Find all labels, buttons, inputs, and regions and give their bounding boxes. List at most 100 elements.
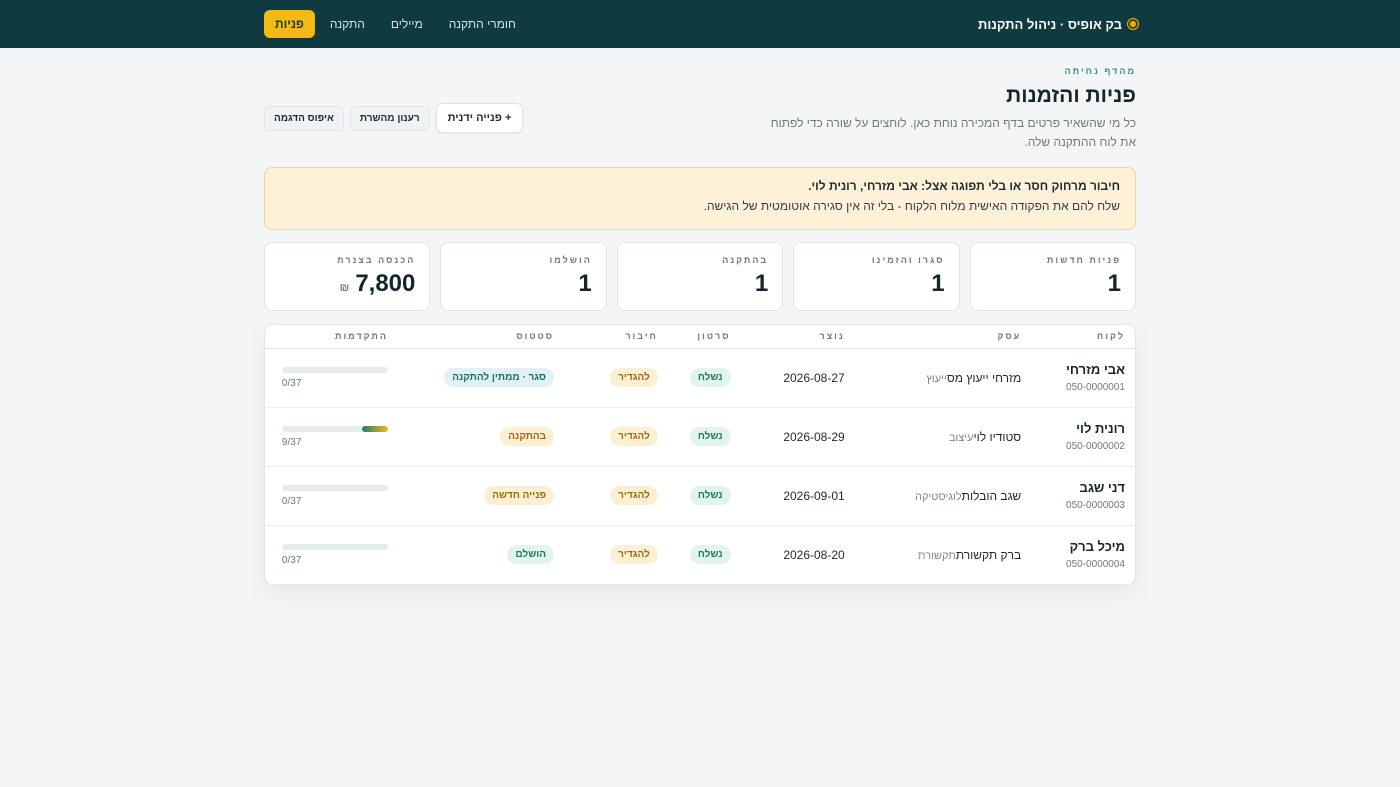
connection-status-badge: להגדיר [610,368,658,387]
client-cell: דני שגב 050-0000003 [1031,466,1135,526]
reset-demo-button[interactable]: איפוס הדגמה [264,105,344,131]
created-date: 2026-08-29 [740,407,855,467]
client-phone: 050-0000003 [1066,500,1125,511]
business-name: סטודיו לוי [973,429,1022,444]
created-date: 2026-08-20 [783,547,845,562]
status-cell: בהתקנה [397,407,565,467]
video-status-badge: נשלח [689,427,731,446]
video-cell: נשלח [667,348,741,408]
connection-status-badge: להגדיר [610,545,658,565]
refresh-from-server-button[interactable]: רענון מהשרת [349,105,430,131]
progress-text: 0/37 [281,377,302,389]
nav-item-install-materials[interactable]: חומרי התקנה [438,9,527,39]
stat-card-pipeline-revenue: הכנסה בצנרת 7,800 ₪ [263,242,431,311]
stat-label: הכנסה בצנרת [337,255,416,265]
table-row[interactable]: דני שגב 050-0000003 שגב הובלותלוגיסטיקה … [265,466,1135,526]
col-progress[interactable]: התקדמות [265,325,398,349]
stat-label: סגרו והזמינו [871,255,945,265]
add-manual-inquiry-button[interactable]: + פנייה ידנית [435,103,524,133]
table-row[interactable]: אבי מזרחי 050-0000001 מזרחי ייעוץ מסייעו… [265,348,1135,408]
status-badge: פנייה חדשה [484,486,555,505]
page-heading: מהדף נחיתה פניות והזמנות כל מי שהשאיר פר… [756,66,1136,152]
business-type: תקשורת [917,549,956,562]
progress-bar [281,425,388,432]
client-phone: 050-0000002 [1066,441,1125,452]
business-cell: מזרחי ייעוץ מסייעוץ [854,348,1032,408]
table-row[interactable]: מיכל ברק 050-0000004 ברק תקשורתתקשורת 20… [265,525,1135,584]
video-cell: נשלח [668,525,741,584]
client-name: רונית לוי [1076,421,1125,436]
stat-value: 1 [578,270,592,297]
progress-cell: 0/37 [265,348,398,408]
client-name: אבי מזרחי [1065,362,1125,377]
stat-label: בהתקנה [722,255,769,265]
remote-connection-alert: חיבור מרחוק חסר או בלי תפוגה אצל: אבי מז… [264,167,1136,230]
business-name: שגב הובלות [961,488,1022,503]
stat-card-closed: סגרו והזמינו 1 [793,242,960,311]
page-header: מהדף נחיתה פניות והזמנות כל מי שהשאיר פר… [264,66,1136,152]
top-bar: בק אופיס · ניהול התקנות פניות התקנה מייל… [0,0,1400,48]
col-status[interactable]: סטטוס [397,325,565,349]
business-type: עיצוב [948,431,974,444]
progress-bar [281,366,388,373]
progress-text: 0/37 [281,495,302,507]
stat-card-new: פניות חדשות 1 [969,242,1136,311]
page-eyebrow: מהדף נחיתה [1064,66,1136,76]
stat-label: פניות חדשות [1046,255,1121,265]
nav-item-installation[interactable]: התקנה [319,9,376,39]
created-date: 2026-09-01 [740,466,855,526]
created-date: 2026-08-27 [740,348,855,408]
col-created[interactable]: נוצר [740,325,855,349]
col-connection[interactable]: חיבור [564,325,668,349]
client-name: דני שגב [1079,480,1125,495]
connection-cell: להגדיר [564,466,668,526]
col-client[interactable]: לקוח [1031,325,1135,349]
currency-unit: ₪ [339,282,350,294]
client-name: מיכל ברק [1069,539,1125,555]
progress-cell: 9/37 [265,407,398,467]
connection-status-badge: להגדיר [610,427,658,446]
client-phone: 050-0000001 [1066,382,1125,393]
status-badge: בהתקנה [500,427,555,446]
business-type: ייעוץ [926,372,947,385]
table-header-row: לקוח עסק נוצר סרטון חיבור סטטוס התקדמות [265,325,1135,349]
col-business[interactable]: עסק [854,325,1032,349]
progress-text: 9/37 [281,436,302,448]
progress-cell: 0/37 [265,466,398,526]
alert-body: שלח להם את הפקודה האישית מלוח הלקוח - בל… [703,199,1120,213]
stat-label: הושלמו [549,255,592,265]
client-cell: רונית לוי 050-0000002 [1031,407,1135,467]
business-type: לוגיסטיקה [914,490,962,503]
connection-cell: להגדיר [564,525,668,584]
stats-row: פניות חדשות 1 סגרו והזמינו 1 בהתקנה 1 הו… [263,242,1136,311]
progress-bar-fill [362,425,388,432]
connection-status-badge: להגדיר [610,486,658,505]
brand-title: בק אופיס · ניהול התקנות [978,16,1122,32]
video-cell: נשלח [667,407,741,467]
table-row[interactable]: רונית לוי 050-0000002 סטודיו לויעיצוב 20… [265,407,1135,467]
page-actions: + פנייה ידנית רענון מהשרת איפוס הדגמה [264,103,524,133]
connection-cell: להגדיר [564,407,668,467]
business-name: ברק תקשורת [955,547,1022,562]
status-cell: סגר · ממתין להתקנה [397,348,565,408]
alert-title: חיבור מרחוק חסר או בלי תפוגה אצל: אבי מז… [808,179,1120,193]
status-badge: סגר · ממתין להתקנה [444,368,555,387]
stat-value: 1 [1107,270,1121,297]
brand-logo-icon [1128,19,1138,29]
business-name: מזרחי ייעוץ מס [946,370,1022,385]
video-status-badge: נשלח [689,368,731,387]
stat-value: 7,800 ₪ [339,270,416,297]
client-phone: 050-0000004 [1066,559,1125,571]
col-video[interactable]: סרטון [667,325,741,349]
business-cell: שגב הובלותלוגיסטיקה [854,466,1032,526]
client-cell: מיכל ברק 050-0000004 [1031,525,1135,584]
status-cell: הושלם [398,525,564,584]
nav-item-emails[interactable]: מיילים [380,9,434,39]
business-cell: ברק תקשורתתקשורת [855,525,1031,584]
main-content: מהדף נחיתה פניות והזמנות כל מי שהשאיר פר… [263,48,1136,585]
client-cell: אבי מזרחי 050-0000001 [1031,348,1135,408]
main-nav: פניות התקנה מיילים חומרי התקנה [264,9,527,39]
nav-item-inquiries[interactable]: פניות [264,10,315,38]
video-status-badge: נשלח [689,486,731,505]
video-status-badge: נשלח [689,545,731,565]
